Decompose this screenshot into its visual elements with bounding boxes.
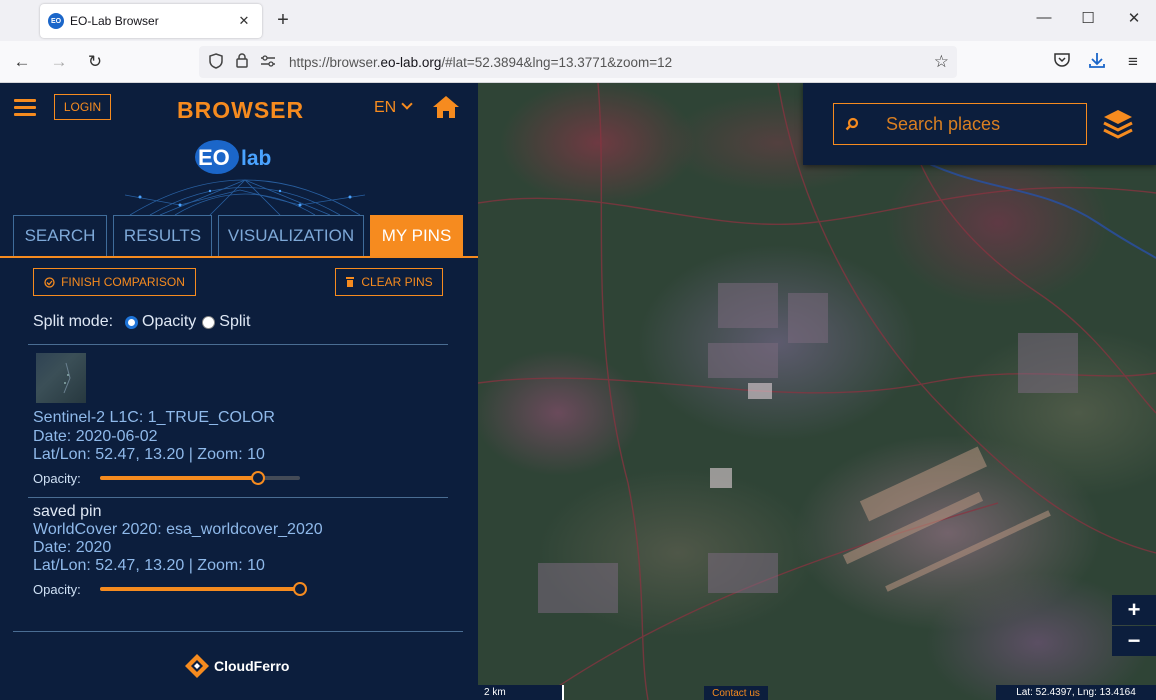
layers-icon[interactable] (1101, 107, 1135, 141)
search-places-box[interactable] (833, 103, 1087, 145)
pin-location: Lat/Lon: 52.47, 13.20 | Zoom: 10 (33, 557, 265, 574)
opacity-radio[interactable] (125, 315, 139, 329)
pin-name[interactable]: saved pin (33, 503, 102, 521)
download-icon[interactable] (1086, 52, 1108, 74)
opacity-slider-fill (100, 587, 300, 591)
language-label: EN (374, 99, 397, 116)
clear-pins-label: CLEAR PINS (361, 275, 433, 289)
shield-icon[interactable] (203, 52, 229, 72)
bookmark-star-icon[interactable]: ☆ (934, 52, 949, 72)
finish-comparison-button[interactable]: FINISH COMPARISON (33, 268, 196, 296)
opacity-slider-handle[interactable] (251, 471, 265, 485)
zoom-out-button[interactable]: − (1112, 626, 1156, 656)
permissions-icon[interactable] (255, 54, 281, 70)
panel-tabs: SEARCH RESULTS VISUALIZATION MY PINS (0, 215, 478, 258)
sidebar-panel: LOGIN BROWSER EN EO lab SEARCH RESULTS V… (0, 83, 478, 700)
opacity-radio-label[interactable]: Opacity (142, 313, 196, 331)
eolab-app: LOGIN BROWSER EN EO lab SEARCH RESULTS V… (0, 83, 1156, 700)
map-view[interactable]: + − 2 km Contact us Lat: 52.4397, Lng: 1… (478, 83, 1156, 700)
logo-eo-text: EO (198, 145, 230, 170)
brand-title: BROWSER (177, 97, 305, 123)
cursor-coordinates: Lat: 52.4397, Lng: 13.4164 (996, 685, 1156, 700)
back-arrow-icon[interactable]: ← (11, 52, 33, 74)
map-search-panel (803, 83, 1156, 165)
split-radio[interactable] (202, 315, 216, 329)
pin-title[interactable]: WorldCover 2020: esa_worldcover_2020 (33, 521, 323, 539)
pin-title[interactable]: Sentinel-2 L1C: 1_TRUE_COLOR (33, 409, 275, 427)
cloudferro-logo[interactable]: CloudFerro (184, 653, 289, 679)
pin-thumbnail[interactable] (36, 353, 86, 403)
language-selector[interactable]: EN (374, 98, 413, 117)
maximize-icon[interactable]: ☐ (1078, 9, 1098, 27)
home-icon[interactable] (432, 95, 460, 119)
app-menu-icon[interactable]: ≡ (1122, 52, 1144, 74)
clear-pins-button[interactable]: CLEAR PINS (335, 268, 443, 296)
browser-tab-bar: EO EO-Lab Browser ✕ + — ☐ ✕ (0, 0, 1156, 41)
hamburger-menu-icon[interactable] (14, 99, 36, 117)
divider (28, 497, 448, 498)
opacity-slider[interactable] (100, 471, 300, 485)
browser-nav-bar: ← → ↻ https://browser.eo-lab.org/#lat=52… (0, 41, 1156, 83)
tab-search[interactable]: SEARCH (13, 215, 107, 256)
pin-date: Date: 2020-06-02 (33, 428, 158, 445)
search-icon[interactable] (834, 117, 870, 131)
opacity-label: Opacity: (33, 582, 81, 597)
address-bar[interactable]: https://browser.eo-lab.org/#lat=52.3894&… (199, 46, 957, 78)
contact-us-link[interactable]: Contact us (704, 686, 768, 700)
url-text[interactable]: https://browser.eo-lab.org/#lat=52.3894&… (289, 55, 672, 70)
finish-comparison-label: FINISH COMPARISON (61, 275, 185, 289)
trash-icon (346, 277, 355, 287)
zoom-in-button[interactable]: + (1112, 595, 1156, 625)
reload-icon[interactable]: ↻ (84, 52, 106, 74)
pin-date: Date: 2020 (33, 539, 112, 556)
tab-my-pins[interactable]: MY PINS (370, 215, 463, 256)
new-tab-plus-icon[interactable]: + (272, 9, 294, 31)
tab-visualization[interactable]: VISUALIZATION (218, 215, 364, 256)
footer-divider (13, 631, 463, 632)
browser-tab[interactable]: EO EO-Lab Browser ✕ (40, 4, 262, 38)
lock-icon[interactable] (229, 53, 255, 71)
opacity-slider-fill (100, 476, 258, 480)
split-radio-label[interactable]: Split (219, 313, 250, 331)
opacity-slider-handle[interactable] (293, 582, 307, 596)
window-close-icon[interactable]: ✕ (1124, 9, 1144, 27)
close-icon[interactable]: ✕ (236, 13, 252, 29)
tab-title: EO-Lab Browser (70, 14, 159, 28)
pin-location: Lat/Lon: 52.47, 13.20 | Zoom: 10 (33, 446, 265, 463)
eolab-favicon-icon: EO (48, 13, 64, 29)
search-places-input[interactable] (886, 113, 1086, 135)
split-mode-row: Split mode: Opacity Split (33, 313, 250, 331)
cloudferro-text: CloudFerro (214, 658, 290, 674)
split-mode-label: Split mode: (33, 313, 114, 330)
scale-bar: 2 km (478, 685, 564, 700)
forward-arrow-icon[interactable]: → (48, 52, 70, 74)
cloudferro-icon (185, 654, 209, 678)
satellite-imagery (478, 83, 1156, 700)
tab-results[interactable]: RESULTS (113, 215, 212, 256)
minimize-icon[interactable]: — (1034, 9, 1054, 26)
opacity-label: Opacity: (33, 471, 81, 486)
logo-lab-text: lab (241, 147, 271, 170)
pocket-icon[interactable] (1051, 52, 1073, 74)
check-circle-icon (44, 276, 55, 288)
chevron-down-icon (401, 98, 413, 110)
eolab-logo: EO lab (120, 135, 370, 216)
login-button[interactable]: LOGIN (54, 94, 111, 120)
opacity-slider[interactable] (100, 582, 307, 596)
divider (28, 344, 448, 345)
